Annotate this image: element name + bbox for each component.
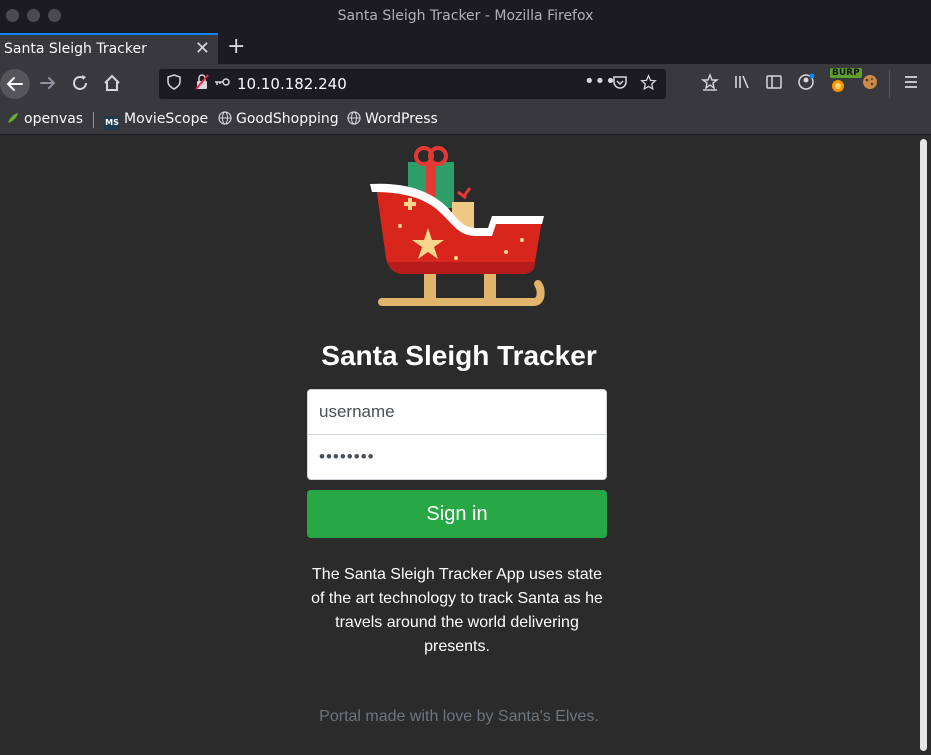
insecure-lock-icon[interactable]: [195, 74, 209, 94]
bookmark-wordpress[interactable]: WordPress: [347, 111, 438, 127]
reload-icon[interactable]: [68, 73, 92, 98]
burp-badge: BURP: [830, 68, 862, 78]
bookmark-label: MovieScope: [124, 111, 209, 127]
new-tab-icon[interactable]: +: [227, 34, 245, 59]
username-field[interactable]: [307, 389, 607, 435]
tracking-protection-shield-icon[interactable]: [167, 74, 181, 94]
sidebar-icon[interactable]: [762, 73, 786, 96]
toolbar-divider: [889, 70, 890, 98]
account-icon[interactable]: [794, 73, 818, 96]
page-footer: Portal made with love by Santa's Elves.: [319, 708, 599, 725]
home-icon[interactable]: [100, 73, 124, 98]
cookie-extension-icon[interactable]: [858, 73, 882, 96]
bookmarks-toolbar: openvas MS MovieScope GoodShopping WordPr…: [0, 104, 931, 135]
window-title: Santa Sleigh Tracker - Mozilla Firefox: [337, 8, 594, 24]
sleigh-logo-icon: [370, 146, 545, 306]
bookmark-star-icon[interactable]: [640, 74, 657, 95]
sign-in-button[interactable]: Sign in: [307, 490, 607, 538]
navigation-toolbar: 10.10.182.240 ••• BURP: [0, 64, 931, 104]
library-icon[interactable]: [730, 73, 754, 96]
back-button[interactable]: [0, 69, 30, 99]
globe-icon: [347, 111, 361, 125]
tab-label: Santa Sleigh Tracker: [4, 41, 147, 57]
url-bar[interactable]: 10.10.182.240 •••: [159, 69, 666, 99]
bookmark-label: GoodShopping: [236, 111, 339, 127]
forward-arrow-icon[interactable]: [36, 73, 60, 98]
bookmark-separator: [93, 112, 94, 128]
tab-strip: Santa Sleigh Tracker ✕ +: [0, 33, 931, 64]
globe-icon: [218, 111, 232, 125]
bookmark-goodshopping[interactable]: GoodShopping: [218, 111, 339, 127]
reader-list-icon[interactable]: [698, 73, 722, 96]
password-field[interactable]: [307, 434, 607, 480]
back-arrow-icon: [6, 77, 23, 91]
key-icon[interactable]: [213, 74, 231, 94]
url-text[interactable]: 10.10.182.240: [237, 75, 347, 93]
scrollbar-thumb[interactable]: [920, 139, 927, 751]
app-description: The Santa Sleigh Tracker App uses state …: [311, 566, 603, 655]
moviescope-icon: MS: [104, 116, 120, 130]
pocket-icon[interactable]: [612, 74, 628, 94]
hamburger-menu-icon[interactable]: [899, 73, 923, 96]
tab-santa-sleigh-tracker[interactable]: Santa Sleigh Tracker ✕: [0, 33, 218, 64]
bookmark-label: WordPress: [365, 111, 438, 127]
page-title: Santa Sleigh Tracker: [321, 340, 597, 371]
bookmark-moviescope[interactable]: MS MovieScope: [104, 111, 208, 130]
bookmark-label: openvas: [24, 111, 84, 127]
close-tab-icon[interactable]: ✕: [195, 38, 210, 59]
bookmark-openvas[interactable]: openvas: [6, 111, 83, 127]
window-titlebar: Santa Sleigh Tracker - Mozilla Firefox: [0, 0, 931, 33]
openvas-icon: [6, 111, 20, 125]
